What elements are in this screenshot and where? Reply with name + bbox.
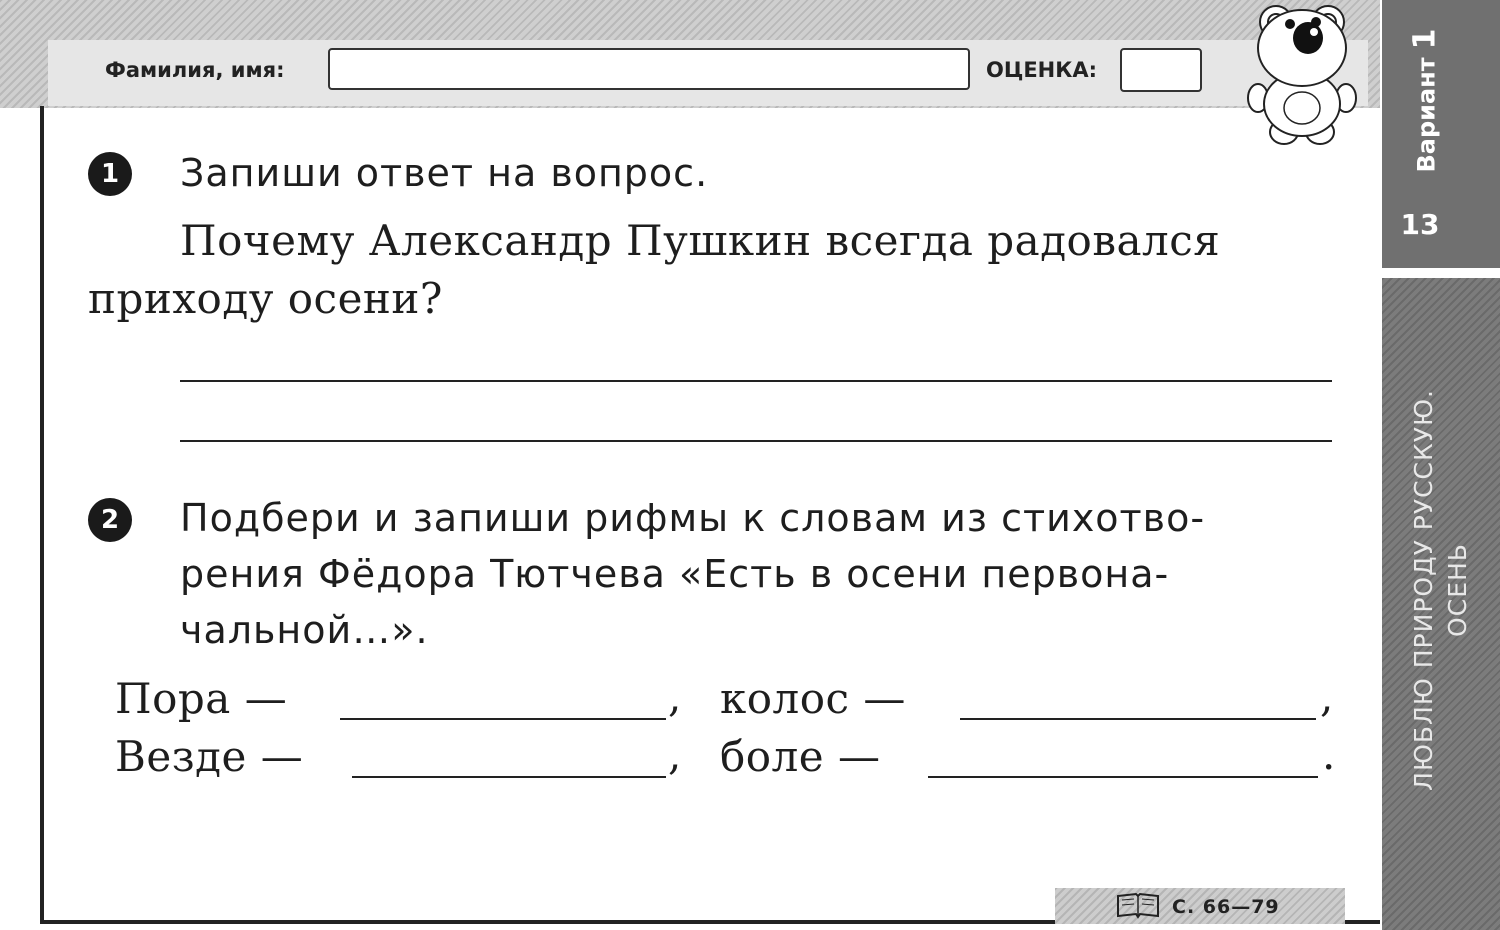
answer-line-2[interactable] xyxy=(180,440,1332,442)
task2-instruction-line1: Подбери и запиши рифмы к словам из стихо… xyxy=(180,496,1206,540)
answer-line-1[interactable] xyxy=(180,380,1332,382)
task2-instruction-line2: рения Фёдора Тютчева «Есть в осени перво… xyxy=(180,552,1170,596)
rhyme-blank-1[interactable] xyxy=(340,718,666,720)
task1-question-line1: Почему Александр Пушкин всегда радовался xyxy=(180,216,1221,265)
rhyme-blank-2[interactable] xyxy=(960,718,1316,720)
section-title-line2: ОСЕНЬ xyxy=(1443,543,1473,637)
comma-2: , xyxy=(1320,672,1334,721)
task1-question-line2: приходу осени? xyxy=(88,274,443,323)
rhyme-word-kolos: колос — xyxy=(720,674,906,723)
task2-instruction-line3: чальной…». xyxy=(180,608,429,652)
comma-1: , xyxy=(668,672,682,721)
grade-field[interactable] xyxy=(1120,48,1202,92)
rhyme-word-pora: Пора — xyxy=(115,674,288,723)
rhyme-word-bole: боле — xyxy=(720,732,881,781)
variant-number: 1 xyxy=(1407,27,1443,49)
rhyme-blank-3[interactable] xyxy=(352,776,666,778)
task1-instruction: Запиши ответ на вопрос. xyxy=(180,151,709,195)
rhyme-word-vezde: Везде — xyxy=(115,732,304,781)
section-title: ЛЮБЛЮ ПРИРОДУ РУССКУЮ. ОСЕНЬ xyxy=(1382,330,1500,850)
name-label: Фамилия, имя: xyxy=(105,58,285,82)
task2-number-badge: 2 xyxy=(88,498,132,542)
page-number: 13 xyxy=(1400,208,1440,241)
name-field[interactable] xyxy=(328,48,970,90)
section-title-line1: ЛЮБЛЮ ПРИРОДУ РУССКУЮ. xyxy=(1409,389,1439,791)
task1-number-badge: 1 xyxy=(88,152,132,196)
comma-3: , xyxy=(668,730,682,779)
period: . xyxy=(1322,730,1336,779)
page-reference: С. 66—79 xyxy=(1172,896,1280,918)
variant-label: Вариант 1 xyxy=(1395,25,1455,175)
book-icon xyxy=(1117,892,1159,919)
rhyme-blank-4[interactable] xyxy=(928,776,1318,778)
variant-text: Вариант xyxy=(1412,56,1441,173)
grade-label: ОЦЕНКА: xyxy=(986,58,1098,82)
